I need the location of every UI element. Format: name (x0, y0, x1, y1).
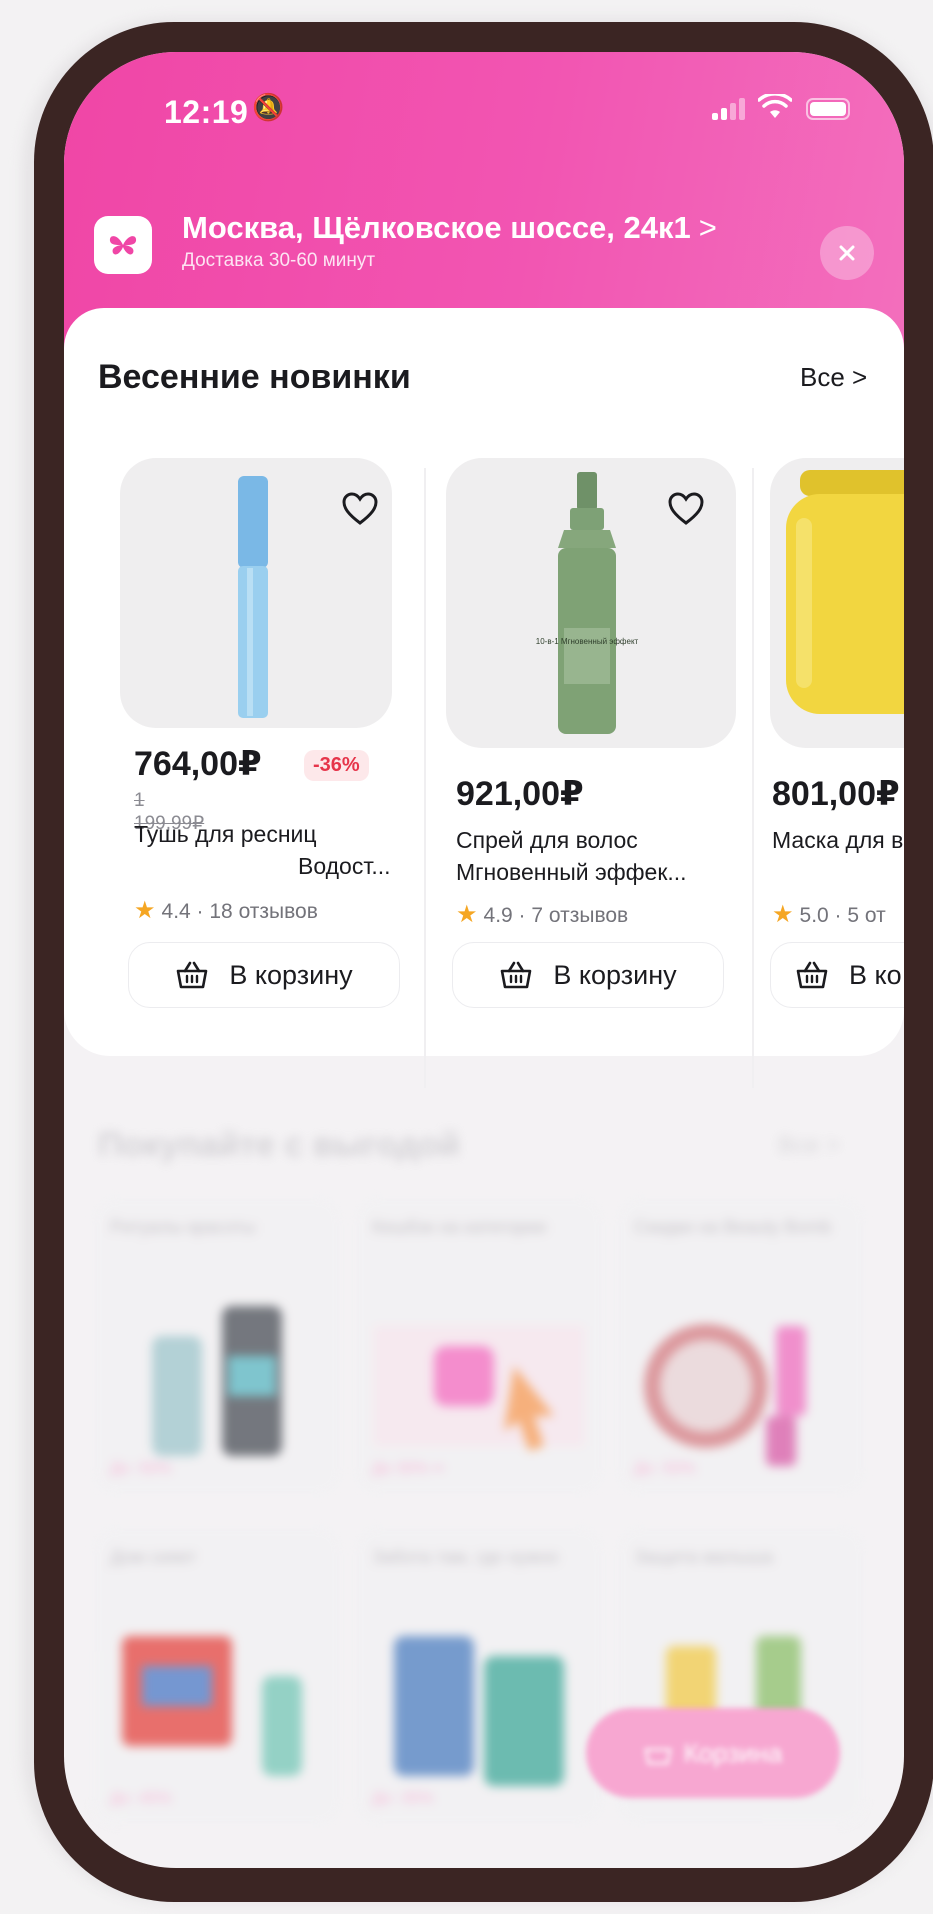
promo-section-title: Покупайте с выгодой (98, 1126, 461, 1164)
product-price: 801,00₽ (772, 775, 900, 813)
product-name-line2: Мгновенный эффек... (456, 859, 687, 885)
cellular-signal-icon (712, 98, 746, 120)
product-price: 764,00₽ (134, 745, 262, 783)
star-icon: ★ (772, 901, 794, 928)
promo-tile[interactable]: Ритуалы красоты До -50% (92, 1196, 342, 1496)
close-icon (839, 245, 855, 261)
mask-jar-image (786, 470, 904, 714)
discount-badge: -36% (304, 750, 369, 781)
promo-tile-badge: До 30% •• (372, 1460, 445, 1477)
address-header: Москва, Щёлковское шоссе, 24к1 > Доставка… (64, 168, 904, 288)
beauty-bomb-image (644, 1324, 806, 1466)
promo-tile-label: Кешбэк на категории (372, 1217, 547, 1237)
chevron-right-icon: > (698, 210, 717, 245)
product-image: 10-в-1 Мгновенный эффект (446, 458, 736, 748)
basket-icon (177, 961, 208, 989)
product-card[interactable]: 801,00₽ Маска для в ★ 5.0 · 5 от В ко (770, 458, 904, 1058)
phone-frame: 12:19 🔕 Москва, Щёлковское шоссе, 24к1 >… (34, 22, 933, 1902)
wipes-image (394, 1636, 564, 1786)
see-all-link[interactable]: Все > (800, 362, 867, 393)
rating-text: 5.0 · 5 от (799, 904, 886, 927)
floating-cart-label: Корзина (683, 1737, 783, 1768)
basket-icon (644, 1748, 672, 1765)
app-screen: 12:19 🔕 Москва, Щёлковское шоссе, 24к1 >… (64, 52, 904, 1868)
product-rating: ★ 5.0 · 5 от (772, 900, 886, 929)
promo-tile[interactable]: Дом сияет До -45% (92, 1526, 342, 1826)
promo-see-all-label: Все (778, 1132, 820, 1159)
floating-cart-button[interactable]: Корзина (586, 1708, 840, 1798)
basket-icon (796, 961, 828, 989)
detergent-image (122, 1636, 302, 1776)
product-name-line2: Водост... (298, 853, 391, 879)
promo-see-all-link[interactable]: Все > (778, 1132, 840, 1160)
promo-tile-label: Скидки на Beauty Bomb (634, 1217, 832, 1237)
heart-icon[interactable] (668, 492, 704, 526)
star-icon: ★ (456, 901, 478, 928)
promo-tile-badge: До -50% (110, 1460, 172, 1477)
basket-icon (501, 961, 532, 989)
promo-tile-badge: До -50% (634, 1460, 696, 1477)
rating-text: 4.9 · 7 отзывов (483, 904, 629, 927)
product-rating: ★ 4.4 · 18 отзывов (134, 896, 318, 925)
bell-muted-icon: 🔕 (252, 92, 285, 122)
rating-text: 4.4 · 18 отзывов (161, 900, 318, 923)
butterfly-logo-icon (109, 236, 137, 255)
divider (752, 468, 754, 1088)
cart-button-label: В корзину (229, 959, 353, 990)
promo-tile[interactable]: Кешбэк на категории До 30% •• (354, 1196, 604, 1496)
product-name-line1: Спрей для волос (456, 827, 638, 853)
bottle-label: 10-в-1 Мгновенный эффект (536, 637, 639, 646)
see-all-label: Все (800, 362, 845, 392)
product-image (120, 458, 392, 728)
status-bar: 12:19 🔕 (64, 52, 904, 142)
promo-tile-badge: До -45% (110, 1790, 172, 1807)
cart-button-label: В ко (849, 959, 902, 990)
product-image (770, 458, 904, 748)
promo-tile-badge: До -35% (372, 1790, 434, 1807)
cashback-checkbox-image (374, 1326, 584, 1451)
product-name-line1: Маска для в (772, 827, 904, 853)
product-price: 921,00₽ (456, 775, 584, 813)
delivery-time: Доставка 30-60 минут (182, 250, 376, 271)
wifi-icon (758, 94, 792, 118)
add-to-cart-button[interactable]: В корзину (128, 942, 400, 1008)
star-icon: ★ (134, 897, 156, 924)
cosmetics-bottles-image (152, 1306, 282, 1456)
heart-icon[interactable] (342, 492, 378, 526)
status-time: 12:19 (164, 94, 249, 130)
delivery-address-link[interactable]: Москва, Щёлковское шоссе, 24к1 > (182, 210, 717, 246)
product-rating: ★ 4.9 · 7 отзывов (456, 900, 628, 929)
close-button[interactable] (820, 226, 874, 280)
product-name-line1: Тушь для ресниц (134, 821, 317, 847)
add-to-cart-button[interactable]: В корзину (452, 942, 724, 1008)
app-logo (94, 216, 152, 274)
promo-tile-label: Ритуалы красоты (110, 1217, 256, 1237)
section-title: Весенние новинки (98, 358, 411, 396)
divider (424, 468, 426, 1088)
promo-tile[interactable]: Скидки на Beauty Bomb До -50% (616, 1196, 866, 1496)
promo-tile-label: Защита малыша (634, 1547, 774, 1567)
promo-tile-label: Забота там, где нужно (372, 1547, 559, 1567)
add-to-cart-button[interactable]: В ко (770, 942, 904, 1008)
promo-tile-label: Дом сияет (110, 1547, 197, 1567)
promo-tile[interactable]: Забота там, где нужно До -35% (354, 1526, 604, 1826)
spring-new-items-card: Весенние новинки Все > 764,00₽ -36% 1 19… (64, 308, 904, 1088)
cart-button-label: В корзину (553, 959, 677, 990)
delivery-address: Москва, Щёлковское шоссе, 24к1 (182, 210, 691, 245)
battery-icon (806, 98, 850, 120)
